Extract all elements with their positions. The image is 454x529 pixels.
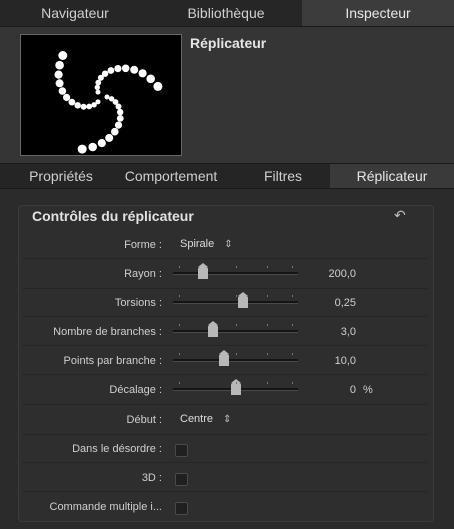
popup-arrows-icon: ⇕ <box>223 414 232 425</box>
spiral-preview-image <box>54 51 163 154</box>
row-divider <box>22 316 428 317</box>
tab-inspecteur[interactable]: Inspecteur <box>302 0 454 26</box>
row-divider <box>22 288 428 289</box>
row-divider <box>22 434 428 435</box>
tab-bibliotheque[interactable]: Bibliothèque <box>150 0 302 26</box>
popup-arrows-icon: ⇕ <box>224 239 233 250</box>
rayon-value[interactable]: 200,0 <box>300 268 356 280</box>
slider-knob[interactable] <box>231 379 241 395</box>
top-tab-bar: Navigateur Bibliothèque Inspecteur <box>0 0 454 27</box>
points-label: Points par branche : <box>63 355 162 367</box>
tab-navigateur[interactable]: Navigateur <box>0 0 150 26</box>
tab-proprietes[interactable]: Propriétés <box>20 164 102 188</box>
slider-knob[interactable] <box>198 263 208 279</box>
slider-knob[interactable] <box>208 321 218 337</box>
branches-slider[interactable] <box>173 321 298 338</box>
branches-value[interactable]: 3,0 <box>300 326 356 338</box>
decalage-value[interactable]: 0 <box>300 384 356 396</box>
row-divider <box>22 462 428 463</box>
desordre-checkbox[interactable] <box>175 444 188 457</box>
threed-checkbox[interactable] <box>175 473 188 486</box>
tab-filtres[interactable]: Filtres <box>248 164 318 188</box>
sub-tab-bar: Propriétés Comportement Filtres Réplicat… <box>0 163 454 189</box>
decalage-label: Décalage : <box>109 384 162 396</box>
tab-replicateur[interactable]: Réplicateur <box>330 164 454 188</box>
debut-label: Début : <box>126 414 162 426</box>
reset-icon[interactable]: ↶ <box>394 208 408 222</box>
multiple-checkbox[interactable] <box>175 502 188 515</box>
debut-popup[interactable]: Centre ⇕ <box>180 413 231 425</box>
forme-label: Forme : <box>124 239 162 251</box>
decalage-slider[interactable] <box>173 379 298 396</box>
row-divider <box>22 404 428 405</box>
row-divider <box>22 374 428 375</box>
decalage-unit: % <box>363 384 373 396</box>
rayon-slider[interactable] <box>173 263 298 280</box>
branches-label: Nombre de branches : <box>53 326 162 338</box>
points-value[interactable]: 10,0 <box>300 355 356 367</box>
threed-label: 3D : <box>141 472 162 484</box>
forme-popup[interactable]: Spirale ⇕ <box>180 238 233 250</box>
preview-thumbnail <box>20 34 182 156</box>
slider-knob[interactable] <box>238 292 248 308</box>
slider-knob[interactable] <box>219 350 229 366</box>
row-divider <box>22 258 428 259</box>
rayon-label: Rayon : <box>124 268 162 280</box>
desordre-label: Dans le désordre : <box>72 443 162 455</box>
tab-comportement[interactable]: Comportement <box>115 164 227 188</box>
row-divider <box>22 491 428 492</box>
debut-value: Centre <box>180 413 214 425</box>
row-divider <box>22 345 428 346</box>
multiple-label: Commande multiple i... <box>49 501 163 513</box>
section-title: Contrôles du réplicateur <box>32 208 194 224</box>
torsions-slider[interactable] <box>173 292 298 309</box>
torsions-label: Torsions : <box>114 297 162 309</box>
preview-title: Réplicateur <box>190 35 267 51</box>
points-slider[interactable] <box>173 350 298 367</box>
torsions-value[interactable]: 0,25 <box>300 297 356 309</box>
forme-value: Spirale <box>180 238 215 250</box>
